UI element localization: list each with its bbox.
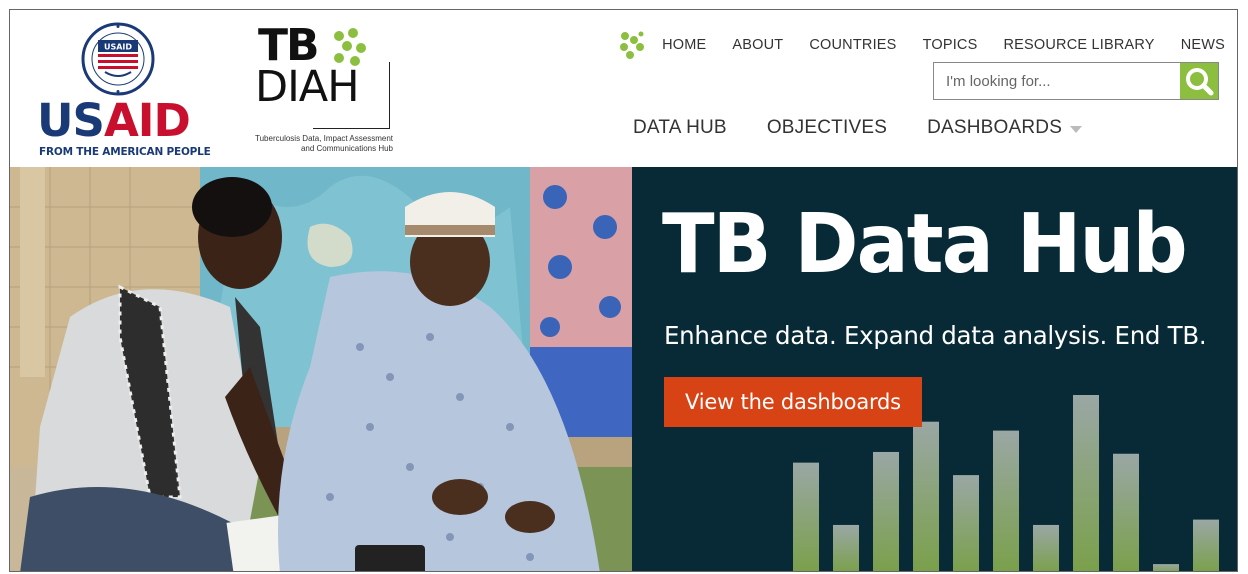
nav-dashboards-dropdown[interactable]: DASHBOARDS bbox=[927, 117, 1083, 139]
decorative-bar bbox=[913, 421, 939, 571]
decorative-bar bbox=[833, 524, 859, 571]
hero-photo-illustration bbox=[10, 167, 632, 571]
search-icon bbox=[1186, 68, 1214, 96]
usaid-tagline: FROM THE AMERICAN PEOPLE bbox=[39, 146, 211, 158]
decorative-bar bbox=[953, 475, 979, 571]
nav-about-link[interactable]: ABOUT bbox=[732, 37, 783, 53]
decorative-bar bbox=[1153, 564, 1179, 571]
nav-objectives[interactable]: OBJECTIVES bbox=[767, 117, 887, 139]
tbdiah-dots-icon bbox=[334, 28, 366, 66]
nav-data-hub[interactable]: DATA HUB bbox=[633, 117, 727, 139]
decorative-bar bbox=[1033, 524, 1059, 571]
nav-news-link[interactable]: NEWS bbox=[1181, 37, 1225, 53]
hero-title: TB Data Hub bbox=[662, 197, 1188, 292]
top-navigation: HOME ABOUT COUNTRIES TOPICS RESOURCE LIB… bbox=[618, 30, 1225, 60]
tbdiah-subtitle: Tuberculosis Data, Impact Assessment and… bbox=[233, 134, 393, 154]
search-input[interactable] bbox=[934, 63, 1178, 99]
decorative-bar bbox=[993, 430, 1019, 571]
decorative-bar bbox=[793, 462, 819, 571]
decorative-bar bbox=[1073, 395, 1099, 571]
usaid-wordmark: USAID bbox=[37, 98, 191, 143]
nav-dashboards-label: DASHBOARDS bbox=[927, 117, 1063, 138]
usaid-seal-icon: USAID bbox=[81, 22, 155, 96]
tbdiah-subtitle-line1: Tuberculosis Data, Impact Assessment bbox=[255, 134, 393, 143]
hero-photo bbox=[10, 167, 632, 571]
view-dashboards-button[interactable]: View the dashboards bbox=[664, 377, 922, 427]
search-box bbox=[933, 62, 1219, 100]
hero-tagline: Enhance data. Expand data analysis. End … bbox=[664, 321, 1207, 350]
nav-countries-link[interactable]: COUNTRIES bbox=[809, 37, 896, 53]
tbdiah-diah-text: DIAH bbox=[255, 62, 360, 112]
tbdiah-logo[interactable]: TB DIAH Tuberculosis Data, Impact Assess… bbox=[233, 22, 393, 162]
seal-text: USAID bbox=[104, 43, 132, 52]
hero-banner: TB Data Hub Enhance data. Expand data an… bbox=[10, 167, 1237, 571]
usaid-wordmark-us: US bbox=[37, 94, 105, 147]
nav-home-link[interactable]: HOME bbox=[662, 37, 706, 53]
usaid-logo[interactable]: USAID USAID FROM THE AMERICAN PEOPLE bbox=[37, 22, 211, 160]
decorative-bar bbox=[1113, 453, 1139, 571]
decorative-bar bbox=[1193, 519, 1219, 571]
nav-objectives-label: OBJECTIVES bbox=[766, 117, 888, 138]
nav-data-hub-label: DATA HUB bbox=[633, 117, 727, 138]
nav-resource-library-link[interactable]: RESOURCE LIBRARY bbox=[1003, 37, 1154, 53]
usaid-wordmark-aid: AID bbox=[103, 94, 191, 147]
tbdiah-dots-icon[interactable] bbox=[618, 30, 648, 60]
caret-down-icon bbox=[1070, 125, 1083, 133]
search-button[interactable] bbox=[1180, 63, 1218, 99]
hero-panel: TB Data Hub Enhance data. Expand data an… bbox=[632, 167, 1237, 571]
nav-topics-link[interactable]: TOPICS bbox=[923, 37, 978, 53]
page-frame: USAID USAID FROM THE AMERICAN PEOPLE TB … bbox=[9, 9, 1238, 572]
site-header: USAID USAID FROM THE AMERICAN PEOPLE TB … bbox=[10, 10, 1237, 167]
tbdiah-subtitle-line2: and Communications Hub bbox=[300, 144, 393, 153]
main-navigation: DATA HUB OBJECTIVES DASHBOARDS bbox=[633, 117, 1122, 139]
decorative-bar bbox=[873, 451, 899, 571]
